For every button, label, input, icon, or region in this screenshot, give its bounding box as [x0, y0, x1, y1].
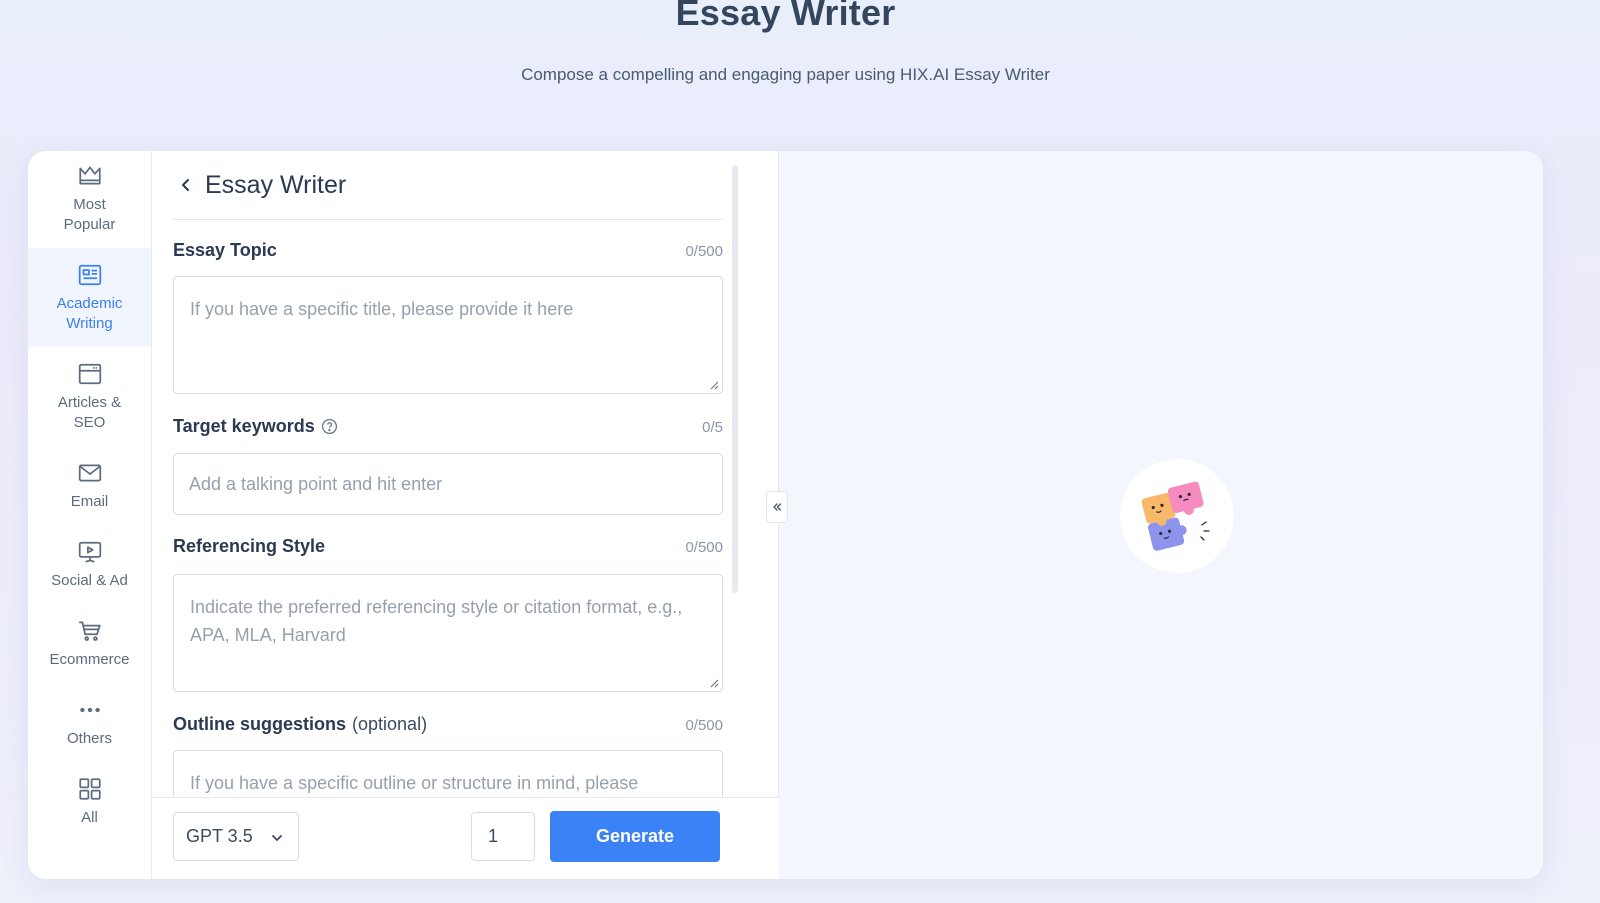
essay-topic-counter: 0/500	[685, 243, 723, 260]
outline-suggestions-counter: 0/500	[685, 717, 723, 734]
sidebar-item-label: Email	[70, 493, 109, 510]
sidebar-item-academic-writing[interactable]: Academic Writing	[28, 248, 151, 347]
sidebar-item-most-popular[interactable]: Most Popular	[28, 163, 151, 248]
sidebar-item-label: Articles & SEO	[57, 394, 122, 431]
academic-icon	[78, 264, 101, 286]
puzzle-illustration-icon	[1141, 481, 1210, 551]
optional-tag: (optional)	[352, 714, 428, 734]
sidebar-item-label: Academic Writing	[56, 295, 123, 332]
generate-button[interactable]: Generate	[550, 811, 720, 862]
resize-handle-icon[interactable]	[709, 380, 719, 390]
cart-icon	[78, 621, 101, 641]
chevron-down-icon	[272, 835, 282, 841]
page-title: Essay Writer	[675, 0, 896, 33]
referencing-style-placeholder: Indicate the preferred referencing style…	[190, 597, 683, 645]
help-icon[interactable]	[321, 418, 338, 435]
essay-topic-textarea[interactable]: If you have a specific title, please pro…	[173, 276, 723, 394]
sidebar-item-label: All	[81, 809, 98, 826]
sidebar-item-label: Ecommerce	[49, 651, 130, 668]
sidebar-item-ecommerce[interactable]: Ecommerce	[28, 618, 151, 688]
essay-topic-placeholder: If you have a specific title, please pro…	[190, 299, 574, 319]
result-panel	[779, 151, 1543, 879]
sidebar-item-label: Most Popular	[63, 196, 116, 233]
sidebar-item-social-ad[interactable]: Social & Ad	[28, 539, 151, 609]
articles-icon	[78, 363, 101, 385]
category-sidebar: Most Popular Academic Writing Articles &…	[28, 151, 152, 879]
outline-suggestions-label: Outline suggestions (optional)	[173, 714, 428, 734]
model-select[interactable]: GPT 3.5	[173, 812, 299, 861]
back-button[interactable]	[173, 172, 199, 198]
outline-suggestions-placeholder: If you have a specific outline or struct…	[190, 773, 639, 793]
page-subtitle: Compose a compelling and engaging paper …	[521, 65, 1050, 84]
form-scrollbar[interactable]	[732, 165, 738, 593]
output-count-value: 1	[488, 826, 499, 846]
collapse-panel-button[interactable]	[766, 491, 788, 523]
essay-topic-label: Essay Topic	[173, 240, 277, 260]
presentation-icon	[78, 541, 101, 563]
form-header: Essay Writer	[173, 151, 723, 220]
generate-bar: GPT 3.5 1 Generate	[152, 797, 779, 879]
sidebar-item-label: Others	[66, 730, 112, 747]
resize-handle-icon[interactable]	[709, 678, 719, 688]
form-title: Essay Writer	[205, 170, 347, 199]
sidebar-item-email[interactable]: Email	[28, 460, 151, 530]
model-select-value: GPT 3.5	[186, 826, 253, 846]
sidebar-item-label: Social & Ad	[51, 572, 128, 589]
double-chevron-left-icon	[773, 503, 782, 511]
tool-card: Most Popular Academic Writing Articles &…	[28, 151, 1543, 879]
target-keywords-placeholder: Add a talking point and hit enter	[189, 474, 443, 494]
chevron-left-icon	[182, 179, 189, 191]
sidebar-item-articles-seo[interactable]: Articles & SEO	[28, 361, 151, 446]
target-keywords-input[interactable]: Add a talking point and hit enter	[173, 453, 723, 515]
dots-icon	[79, 707, 100, 713]
form-panel: Essay Writer Essay Topic 0/500 If you ha…	[152, 151, 779, 879]
output-count-input[interactable]: 1	[471, 812, 535, 861]
target-keywords-label: Target keywords	[173, 416, 338, 437]
referencing-style-textarea[interactable]: Indicate the preferred referencing style…	[173, 574, 723, 692]
sidebar-item-all[interactable]: All	[28, 776, 151, 846]
sidebar-item-others[interactable]: Others	[28, 697, 151, 767]
target-keywords-counter: 0/5	[702, 419, 723, 436]
grid-icon	[78, 778, 101, 800]
crown-icon	[78, 166, 101, 185]
mail-icon	[78, 464, 101, 482]
referencing-style-label: Referencing Style	[173, 536, 326, 556]
empty-state-illustration	[1120, 459, 1234, 573]
referencing-style-counter: 0/500	[685, 539, 723, 556]
